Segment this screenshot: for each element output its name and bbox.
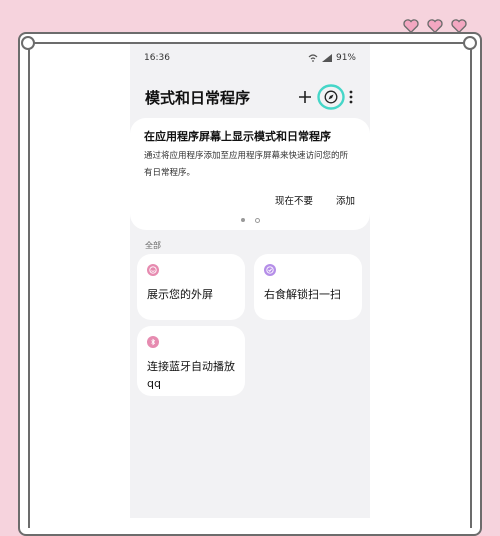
discover-button[interactable] bbox=[317, 84, 345, 110]
status-bar: 16:36 91% bbox=[144, 53, 356, 67]
page-title: 模式和日常程序 bbox=[145, 89, 251, 107]
frame-ring bbox=[463, 36, 477, 50]
more-vertical-icon bbox=[349, 90, 353, 104]
phone-screen: 16:36 91% 模式和日常程序 在应用程序屏幕上显示模式和日常程序 通过将应… bbox=[130, 44, 370, 518]
page-dot bbox=[255, 218, 260, 223]
plus-icon bbox=[299, 91, 311, 103]
signal-icon bbox=[321, 54, 332, 62]
page-indicator bbox=[241, 218, 260, 223]
add-promo-button[interactable]: 添加 bbox=[336, 193, 355, 207]
promo-description: 通过将应用程序添加至应用程序屏幕来快速访问您的所有日常程序。 bbox=[144, 151, 349, 178]
bluetooth-icon bbox=[147, 336, 159, 348]
battery-level: 91% bbox=[335, 53, 356, 63]
routine-label: 右食解锁扫一扫 bbox=[264, 288, 341, 301]
section-label: 全部 bbox=[145, 241, 161, 250]
frame-ring bbox=[21, 36, 35, 50]
routine-label: 展示您的外屏 bbox=[147, 288, 213, 301]
page-dot-active bbox=[241, 218, 245, 222]
routine-label: 连接蓝牙自动播放qq bbox=[147, 360, 235, 390]
more-options-button[interactable] bbox=[340, 86, 362, 108]
routine-tile[interactable]: 连接蓝牙自动播放qq bbox=[137, 326, 245, 396]
status-time: 16:36 bbox=[144, 53, 170, 63]
add-button[interactable] bbox=[294, 86, 316, 108]
promo-card: 在应用程序屏幕上显示模式和日常程序 通过将应用程序添加至应用程序屏幕来快速访问您… bbox=[130, 118, 370, 230]
routine-tile[interactable]: 展示您的外屏 bbox=[137, 254, 245, 320]
wifi-icon bbox=[308, 54, 318, 62]
not-now-button[interactable]: 现在不要 bbox=[275, 193, 313, 207]
promo-title: 在应用程序屏幕上显示模式和日常程序 bbox=[144, 130, 331, 143]
smile-icon bbox=[147, 264, 159, 276]
routine-tile[interactable]: 右食解锁扫一扫 bbox=[254, 254, 362, 320]
check-icon bbox=[264, 264, 276, 276]
